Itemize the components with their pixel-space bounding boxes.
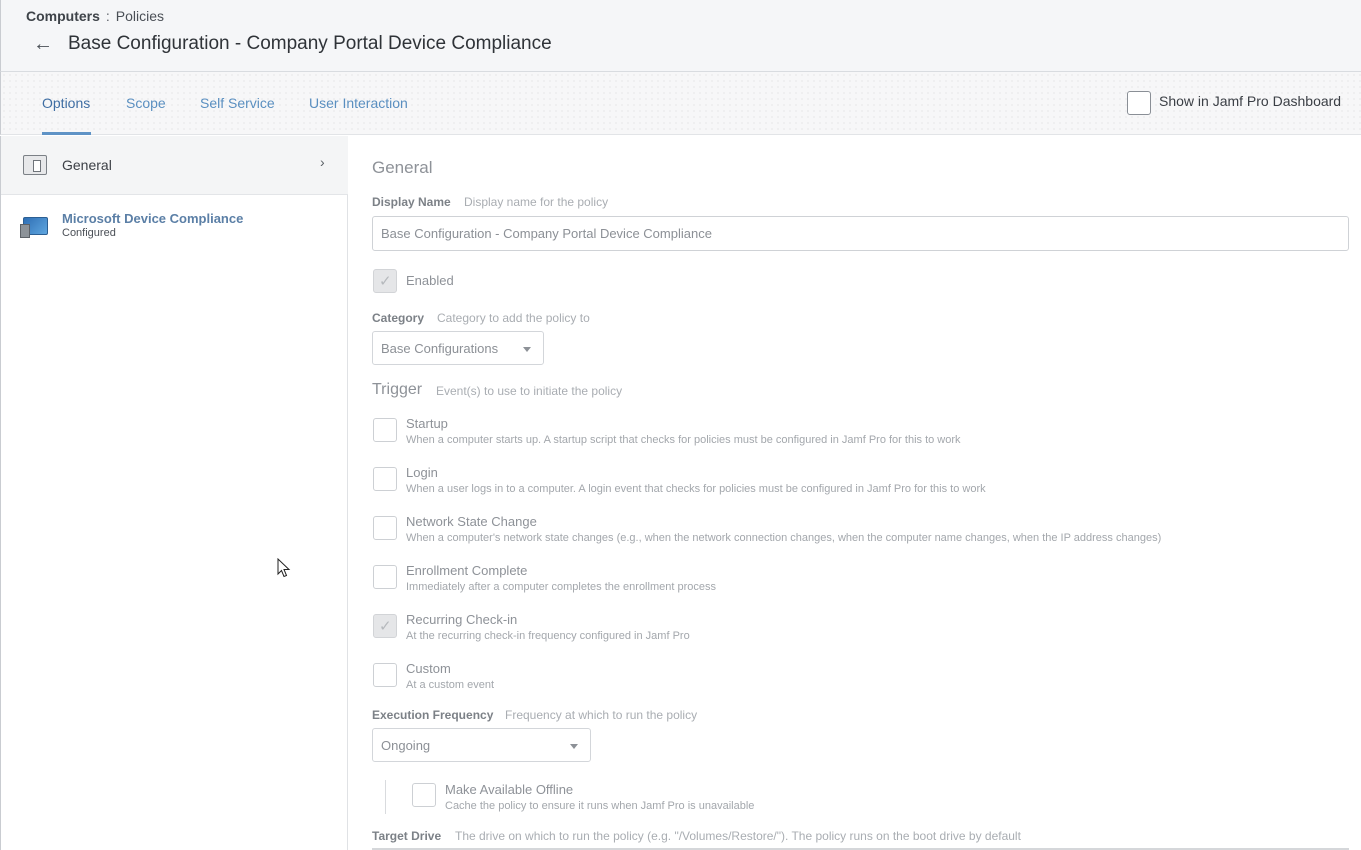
active-tab-indicator — [42, 132, 91, 135]
chevron-right-icon: › — [320, 154, 325, 170]
trigger-hint: Event(s) to use to initiate the policy — [436, 384, 623, 398]
login-desc: When a user logs in to a computer. A log… — [406, 483, 986, 495]
tab-scope[interactable]: Scope — [126, 95, 166, 111]
sidebar-item-label: General — [62, 157, 112, 173]
tab-options[interactable]: Options — [42, 95, 90, 111]
sidebar-item-device-compliance[interactable]: Microsoft Device Compliance Configured — [1, 195, 348, 255]
display-name-hint: Display name for the policy — [464, 195, 609, 209]
target-drive-hint: The drive on which to run the policy (e.… — [455, 829, 1021, 843]
tab-user-interaction[interactable]: User Interaction — [309, 95, 408, 111]
sidebar-item-label: Microsoft Device Compliance — [62, 211, 244, 226]
page-header: Computers: Policies ← Base Configuration … — [0, 0, 1361, 72]
make-available-offline-desc: Cache the policy to ensure it runs when … — [445, 800, 755, 812]
breadcrumb-separator: : — [105, 8, 110, 24]
make-available-offline-label: Make Available Offline — [445, 782, 574, 797]
main-panel: General Display Name Display name for th… — [348, 136, 1361, 850]
execution-frequency-label: Execution Frequency — [372, 708, 494, 722]
display-name-label: Display Name — [372, 195, 451, 209]
execution-frequency-value: Ongoing — [381, 738, 431, 753]
back-arrow-icon[interactable]: ← — [33, 33, 55, 55]
sidebar: General › Microsoft Device Compliance Co… — [0, 136, 348, 850]
startup-desc: When a computer starts up. A startup scr… — [406, 434, 961, 446]
login-label: Login — [406, 465, 438, 480]
sidebar-item-status: Configured — [62, 227, 116, 239]
tab-self-service[interactable]: Self Service — [200, 95, 275, 111]
enrollment-complete-label: Enrollment Complete — [406, 563, 528, 578]
custom-label: Custom — [406, 661, 451, 676]
execution-frequency-hint: Frequency at which to run the policy — [505, 708, 698, 722]
page-title: Base Configuration - Company Portal Devi… — [68, 33, 552, 54]
make-available-offline-checkbox[interactable] — [412, 783, 436, 807]
network-state-label: Network State Change — [406, 514, 537, 529]
dropdown-caret-icon — [570, 744, 578, 749]
section-title: General — [372, 158, 433, 177]
network-state-checkbox[interactable] — [373, 516, 397, 540]
enrollment-complete-desc: Immediately after a computer completes t… — [406, 581, 716, 593]
sidebar-item-general[interactable]: General › — [1, 136, 348, 195]
enabled-label: Enabled — [406, 273, 454, 288]
recurring-checkin-checkbox[interactable] — [373, 614, 397, 638]
network-state-desc: When a computer's network state changes … — [406, 532, 1162, 544]
device-compliance-icon — [20, 217, 48, 238]
custom-desc: At a custom event — [406, 679, 495, 691]
mouse-cursor-icon — [277, 558, 291, 578]
category-select[interactable]: Base Configurations — [372, 331, 544, 365]
category-value: Base Configurations — [381, 341, 499, 356]
breadcrumb-computers[interactable]: Computers — [26, 8, 100, 24]
dashboard-checkbox[interactable] — [1127, 91, 1151, 115]
category-hint: Category to add the policy to — [437, 311, 590, 325]
execution-frequency-select[interactable]: Ongoing — [372, 728, 591, 762]
breadcrumb-policies[interactable]: Policies — [116, 8, 164, 24]
trigger-label: Trigger — [372, 381, 423, 398]
dashboard-checkbox-label: Show in Jamf Pro Dashboard — [1159, 93, 1342, 109]
login-checkbox[interactable] — [373, 467, 397, 491]
display-name-input[interactable]: Base Configuration - Company Portal Devi… — [372, 216, 1349, 251]
dropdown-caret-icon — [523, 347, 531, 352]
category-label: Category — [372, 311, 425, 325]
recurring-checkin-label: Recurring Check-in — [406, 612, 518, 627]
breadcrumb: Computers: Policies — [26, 8, 164, 24]
offline-indent-line — [385, 780, 386, 814]
target-drive-label: Target Drive — [372, 829, 442, 843]
startup-label: Startup — [406, 416, 448, 431]
enabled-checkbox[interactable] — [373, 269, 397, 293]
enrollment-complete-checkbox[interactable] — [373, 565, 397, 589]
general-icon — [23, 155, 47, 175]
custom-checkbox[interactable] — [373, 663, 397, 687]
startup-checkbox[interactable] — [373, 418, 397, 442]
recurring-checkin-desc: At the recurring check-in frequency conf… — [406, 630, 690, 642]
tab-bar: Options Scope Self Service User Interact… — [0, 72, 1361, 135]
